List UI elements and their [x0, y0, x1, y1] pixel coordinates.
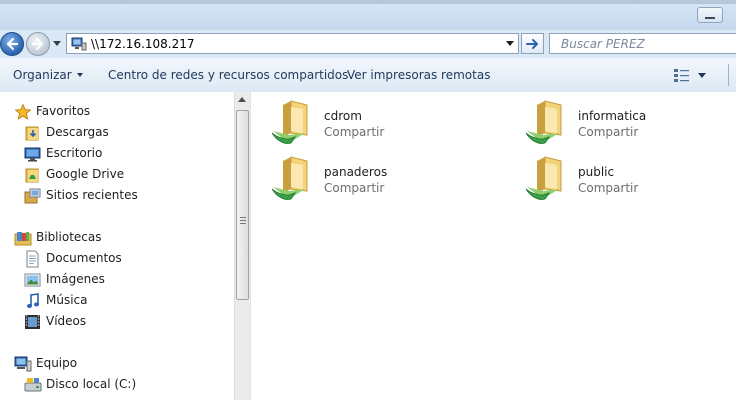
navigation-bar: \\172.16.108.217 Buscar PEREZ: [0, 30, 736, 58]
network-center-button[interactable]: Centro de redes y recursos compartidos: [108, 68, 348, 82]
navigation-pane: Favoritos Descargas Escritorio Google Dr…: [0, 92, 234, 400]
desktop-icon: [24, 147, 41, 162]
google-drive-folder-icon: [25, 168, 39, 183]
recent-places-icon: [24, 188, 41, 204]
share-type: Compartir: [324, 181, 385, 195]
chevron-down-icon: [76, 73, 83, 77]
grip-icon: [240, 217, 246, 224]
sidebar-item-label: Vídeos: [46, 314, 87, 328]
scroll-up-icon[interactable]: [238, 97, 246, 102]
shared-folder-icon: [271, 156, 308, 200]
shared-folder-icon: [271, 100, 308, 144]
command-bar: Organizar Centro de redes y recursos com…: [0, 58, 736, 93]
view-options-dropdown[interactable]: [698, 73, 706, 78]
share-name: informatica: [578, 109, 647, 123]
sidebar-header-label: Favoritos: [36, 104, 91, 118]
sidebar-item-label: Disco local (C:): [46, 377, 137, 391]
share-item-public[interactable]: public Compartir: [505, 148, 725, 204]
network-icon: [71, 37, 87, 51]
back-arrow-icon: [6, 37, 19, 51]
change-view-icon[interactable]: [673, 68, 691, 82]
scrollbar-thumb[interactable]: [236, 110, 249, 300]
local-disk-icon: [24, 378, 42, 392]
share-type: Compartir: [578, 181, 639, 195]
search-placeholder: Buscar PEREZ: [561, 37, 645, 51]
minimize-icon: [705, 17, 715, 19]
window-frame-top: [0, 0, 736, 4]
sidebar-item-label: Sitios recientes: [46, 188, 138, 202]
toolbar-separator: [728, 64, 729, 86]
share-item-cdrom[interactable]: cdrom Compartir: [251, 92, 471, 148]
sidebar-item-label: Imágenes: [46, 272, 105, 286]
libraries-icon: [14, 232, 32, 246]
share-name: panaderos: [324, 165, 388, 179]
share-item-panaderos[interactable]: panaderos Compartir: [251, 148, 471, 204]
sidebar-header-label: Bibliotecas: [36, 230, 102, 244]
share-name: public: [578, 165, 615, 179]
address-bar[interactable]: \\172.16.108.217: [66, 33, 519, 54]
file-list: cdrom Compartir informatica Compartir pa…: [251, 92, 736, 400]
view-printers-label: Ver impresoras remotas: [347, 68, 491, 82]
documents-icon: [26, 250, 39, 268]
organize-button[interactable]: Organizar: [13, 68, 83, 82]
shared-folder-icon: [525, 156, 562, 200]
downloads-folder-icon: [25, 126, 39, 141]
network-center-label: Centro de redes y recursos compartidos: [108, 68, 349, 82]
minimize-button[interactable]: [697, 7, 723, 23]
sidebar-header-label: Equipo: [36, 356, 78, 370]
search-input[interactable]: Buscar PEREZ: [549, 33, 736, 54]
share-item-informatica[interactable]: informatica Compartir: [505, 92, 725, 148]
view-printers-button[interactable]: Ver impresoras remotas: [347, 68, 490, 82]
sidebar-item-label: Google Drive: [46, 167, 125, 181]
sidebar-item-label: Documentos: [46, 251, 122, 265]
forward-arrow-icon: [31, 37, 44, 51]
share-type: Compartir: [324, 125, 385, 139]
address-path: \\172.16.108.217: [91, 37, 195, 51]
go-arrow-icon: [526, 39, 538, 49]
recent-pages-dropdown[interactable]: [53, 41, 61, 46]
sidebar-item-label: Descargas: [46, 125, 109, 139]
videos-icon: [25, 315, 40, 329]
shared-folder-icon: [525, 100, 562, 144]
sidebar-item-label: Escritorio: [46, 146, 103, 160]
share-type: Compartir: [578, 125, 639, 139]
organize-label: Organizar: [13, 68, 72, 82]
pictures-icon: [24, 273, 41, 287]
computer-icon: [14, 356, 32, 372]
sidebar-item-label: Música: [46, 293, 88, 307]
share-name: cdrom: [324, 109, 362, 123]
navigation-pane-scrollbar[interactable]: [234, 92, 250, 400]
address-dropdown-icon[interactable]: [506, 41, 514, 46]
refresh-button[interactable]: [521, 33, 544, 54]
forward-button[interactable]: [26, 32, 50, 56]
title-bar: [0, 0, 736, 31]
back-button[interactable]: [0, 32, 24, 56]
music-icon: [27, 293, 39, 308]
star-icon: [14, 103, 32, 120]
